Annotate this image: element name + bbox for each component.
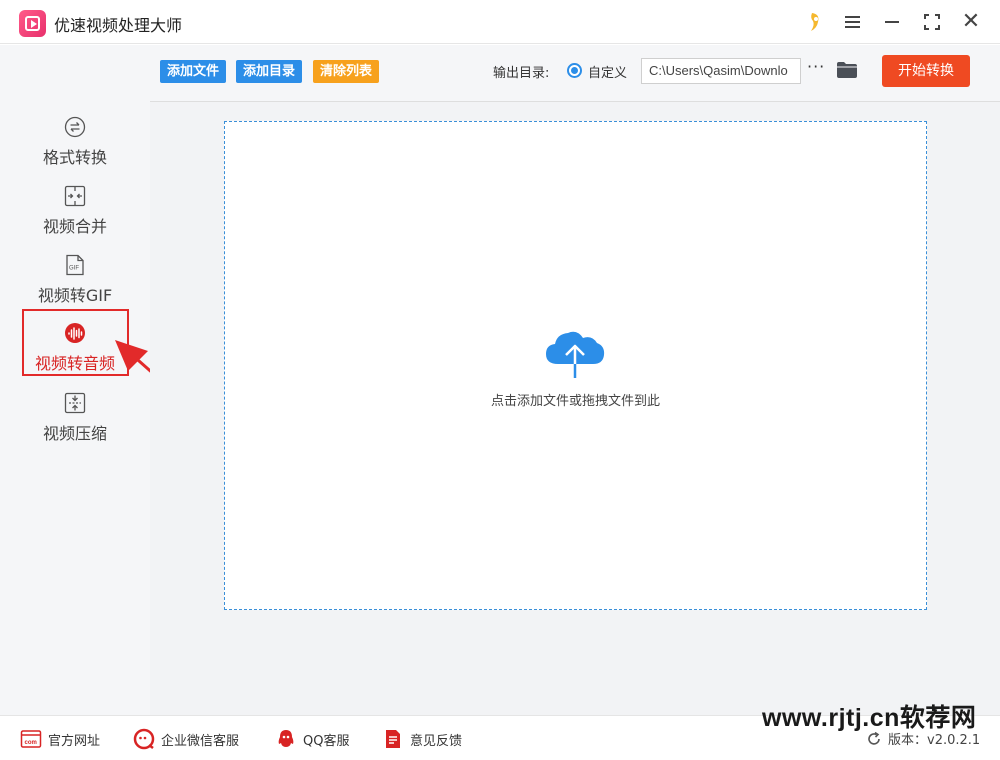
feedback-link[interactable]: 意见反馈: [382, 728, 462, 750]
sidebar-item-video-merge[interactable]: 视频合并: [0, 185, 150, 247]
folder-icon[interactable]: [837, 62, 857, 78]
menu-button[interactable]: [840, 10, 864, 34]
watermark-text: www.rjtj.cn软荐网: [762, 704, 977, 732]
wechat-icon: [133, 728, 155, 750]
feedback-icon: [386, 730, 400, 748]
toolbar: 添加文件 添加目录 清除列表 输出目录: 自定义 C:\Users\Qasim\…: [150, 45, 1000, 102]
qq-support-link[interactable]: QQ客服: [275, 728, 349, 750]
close-button[interactable]: ✕: [959, 10, 983, 34]
minimize-icon: [885, 21, 899, 23]
svg-text:GIF: GIF: [69, 266, 79, 272]
wechat-support-link[interactable]: 企业微信客服: [133, 728, 239, 750]
website-icon: com: [20, 730, 42, 748]
app-title: 优速视频处理大师: [54, 16, 183, 35]
gif-icon: GIF: [66, 254, 84, 276]
custom-output-label[interactable]: 自定义: [588, 62, 627, 81]
svg-text:com: com: [25, 740, 37, 746]
output-dir-label: 输出目录:: [493, 66, 550, 81]
skin-icon[interactable]: [806, 11, 822, 33]
add-file-button[interactable]: 添加文件: [160, 60, 227, 83]
start-convert-button[interactable]: 开始转换: [882, 55, 970, 87]
sidebar-item-label: 视频转GIF: [37, 286, 113, 305]
add-folder-button[interactable]: 添加目录: [236, 60, 303, 83]
drop-hint-text: 点击添加文件或拖拽文件到此: [490, 394, 660, 409]
minimize-button[interactable]: [880, 10, 904, 34]
sidebar-item-label: 格式转换: [42, 148, 107, 167]
file-drop-zone[interactable]: 点击添加文件或拖拽文件到此: [224, 121, 927, 610]
custom-output-radio[interactable]: [567, 63, 582, 78]
maximize-button[interactable]: [920, 10, 944, 34]
output-path-field[interactable]: C:\Users\Qasim\Downlo: [641, 58, 801, 84]
maximize-icon: [924, 14, 940, 30]
compress-icon: [64, 392, 86, 414]
clear-list-button[interactable]: 清除列表: [313, 60, 380, 83]
sidebar-item-video-to-gif[interactable]: GIF 视频转GIF: [0, 254, 150, 316]
cloud-upload-icon: [546, 331, 605, 378]
official-website-link[interactable]: com 官方网址: [20, 728, 100, 750]
qq-icon: [278, 730, 294, 747]
format-convert-icon: [64, 116, 86, 138]
app-logo-icon: [19, 10, 46, 37]
sidebar-item-label: 视频合并: [42, 217, 107, 236]
menu-icon: [844, 16, 860, 28]
title-bar: 优速视频处理大师 ✕: [0, 0, 1000, 44]
browse-more-button[interactable]: ···: [807, 57, 825, 76]
main-area: 点击添加文件或拖拽文件到此: [150, 102, 1000, 715]
merge-icon: [64, 185, 86, 207]
wechat-support-label: 企业微信客服: [161, 733, 240, 749]
qq-support-label: QQ客服: [303, 733, 350, 749]
sidebar-item-format-convert[interactable]: 格式转换: [0, 116, 150, 178]
official-website-label: 官方网址: [48, 733, 101, 749]
feedback-label: 意见反馈: [410, 733, 463, 749]
close-icon: ✕: [961, 9, 981, 34]
